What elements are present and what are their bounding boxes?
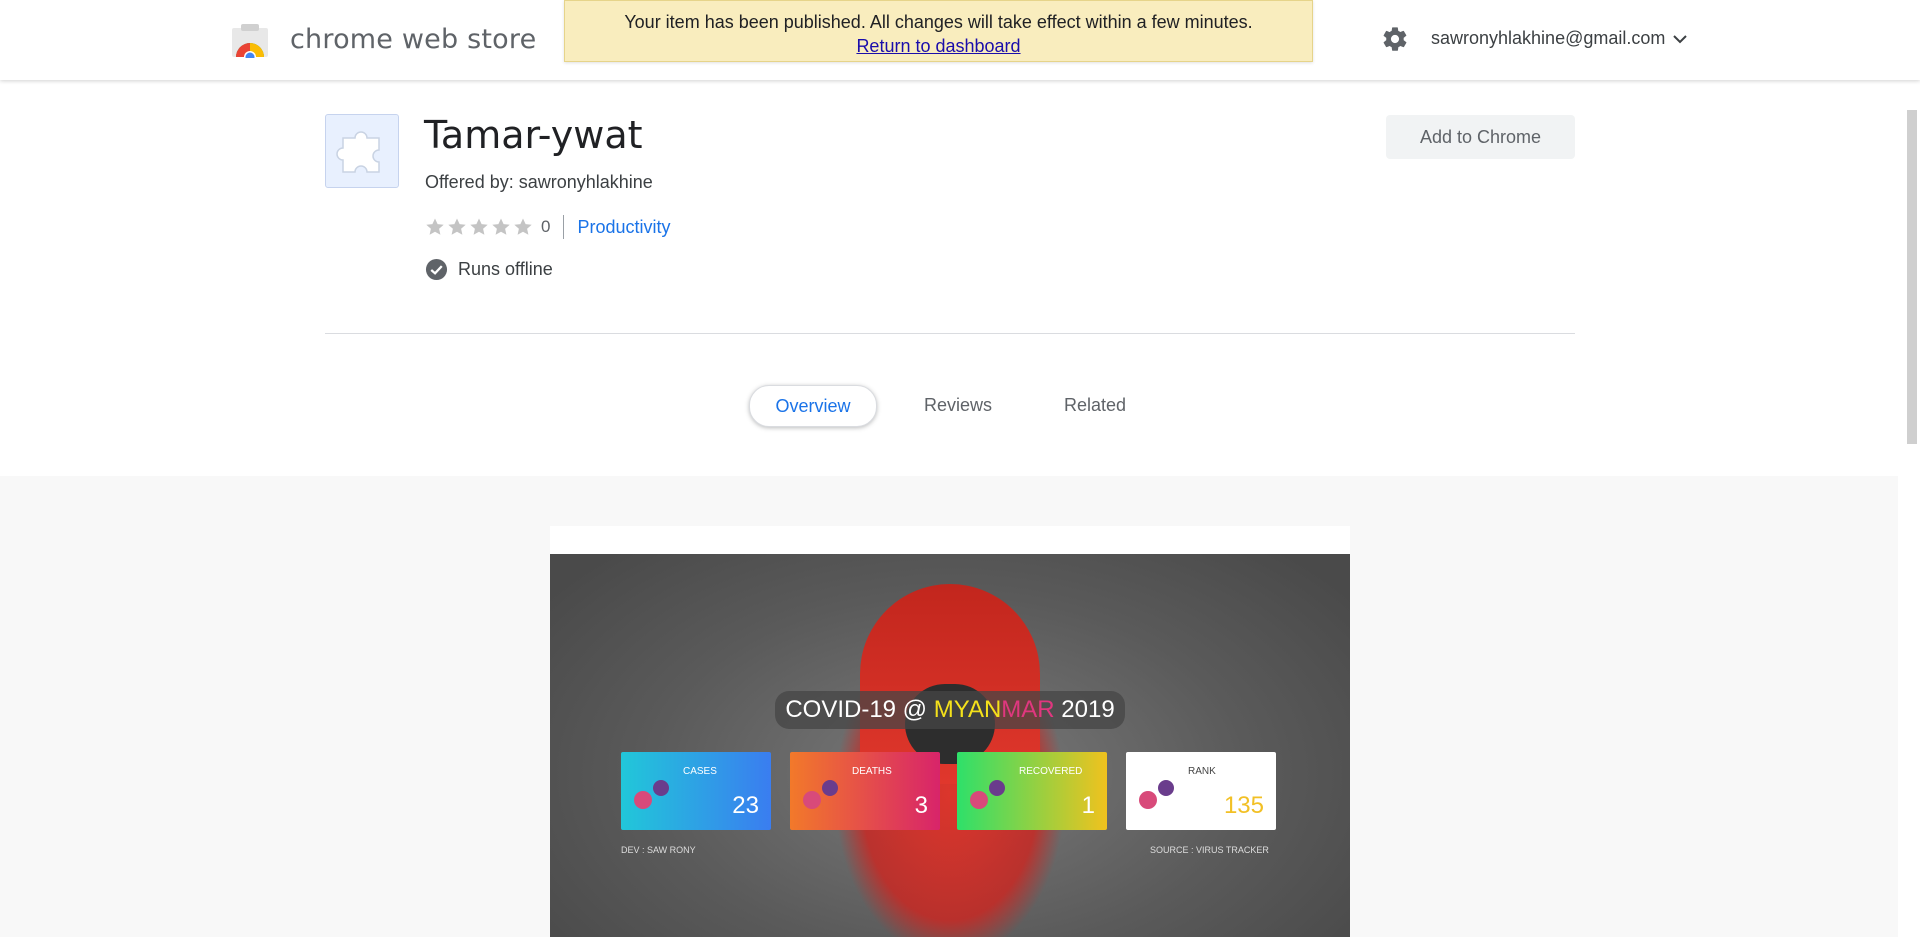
star-icon <box>448 218 466 235</box>
virus-icon <box>803 780 838 809</box>
star-icon <box>470 218 488 235</box>
card-label: CASES <box>683 766 717 777</box>
virus-icon <box>634 780 669 809</box>
scrollbar-thumb[interactable] <box>1907 110 1917 444</box>
screenshot-gallery: COVID-19 @ MYANMAR 2019 CASES 23 DEATHS … <box>0 476 1898 937</box>
card-value: 135 <box>1223 792 1264 819</box>
add-to-chrome-button[interactable]: Add to Chrome <box>1386 115 1575 159</box>
star-icon <box>492 218 510 235</box>
store-brand[interactable]: chrome web store <box>290 24 536 55</box>
screenshot-footer-source: SOURCE : VIRUS TRACKER <box>1150 845 1269 855</box>
published-notice: Your item has been published. All change… <box>564 0 1313 62</box>
title-part-1: COVID-19 @ <box>785 696 934 723</box>
item-title: Tamar-ywat <box>424 113 643 157</box>
section-divider <box>325 333 1575 334</box>
tab-reviews[interactable]: Reviews <box>912 385 1004 425</box>
virus-icon <box>1139 780 1174 809</box>
divider <box>563 215 565 239</box>
screenshot-footer-dev: DEV : SAW RONY <box>621 845 696 855</box>
star-icon <box>426 218 444 235</box>
cases-card: CASES 23 <box>621 752 771 830</box>
check-circle-icon <box>425 258 448 281</box>
offered-by: Offered by: sawronyhlakhine <box>425 172 653 192</box>
virus-icon <box>970 780 1005 809</box>
card-value: 1 <box>1081 792 1095 819</box>
rating-row: 0 Productivity <box>425 214 671 240</box>
rank-card: RANK 135 <box>1126 752 1276 830</box>
screenshot-title: COVID-19 @ MYANMAR 2019 <box>775 691 1125 729</box>
notice-message: Your item has been published. All change… <box>624 12 1253 32</box>
header-bar: chrome web store Your item has been publ… <box>0 0 1920 80</box>
account-menu[interactable]: sawronyhlakhine@gmail.com <box>1431 28 1688 49</box>
gear-icon[interactable] <box>1381 25 1409 53</box>
card-value: 3 <box>914 792 928 819</box>
recovered-card: RECOVERED 1 <box>957 752 1107 830</box>
title-part-2: MYAN <box>933 696 1002 723</box>
card-value: 23 <box>732 792 759 819</box>
account-email: sawronyhlakhine@gmail.com <box>1431 28 1666 48</box>
tab-related[interactable]: Related <box>1052 385 1138 425</box>
title-part-4: 2019 <box>1054 696 1115 723</box>
runs-offline-label: Runs offline <box>458 259 553 279</box>
star-icon <box>514 218 532 235</box>
rating-count: 0 <box>541 217 551 236</box>
card-label: RANK <box>1188 766 1216 777</box>
runs-offline-feature: Runs offline <box>425 258 553 281</box>
extension-icon <box>325 114 399 188</box>
card-label: RECOVERED <box>1019 766 1083 777</box>
rating-stars[interactable] <box>425 217 535 237</box>
title-part-3: MAR <box>1001 696 1055 723</box>
category-link[interactable]: Productivity <box>577 217 670 238</box>
card-label: DEATHS <box>852 766 892 777</box>
return-to-dashboard-link[interactable]: Return to dashboard <box>856 36 1020 56</box>
chevron-down-icon <box>1673 34 1688 43</box>
chrome-web-store-logo[interactable] <box>231 24 269 58</box>
screenshot-image[interactable]: COVID-19 @ MYANMAR 2019 CASES 23 DEATHS … <box>550 554 1350 937</box>
deaths-card: DEATHS 3 <box>790 752 940 830</box>
tab-overview[interactable]: Overview <box>749 385 877 427</box>
detail-tabs: Overview Reviews Related <box>0 385 1898 429</box>
puzzle-piece-icon <box>336 131 380 173</box>
